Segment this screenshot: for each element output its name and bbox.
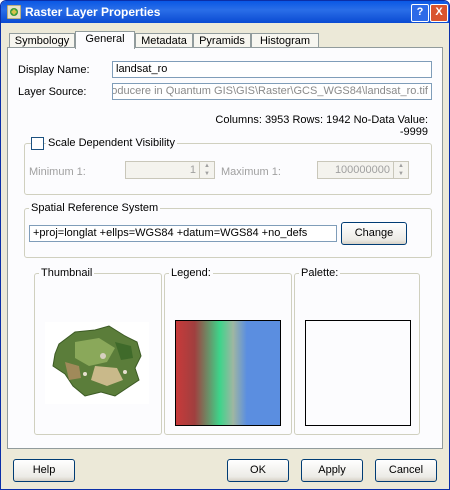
srs-field[interactable]: +proj=longlat +ellps=WGS84 +datum=WGS84 …	[29, 225, 337, 242]
layer-source-field: priale\Introducere in Quantum GIS\GIS\Ra…	[112, 83, 432, 100]
app-icon	[7, 5, 21, 19]
scale-visibility-group: Scale Dependent Visibility Minimum 1: 1 …	[24, 137, 432, 195]
scale-visibility-label: Scale Dependent Visibility	[46, 137, 177, 149]
palette-view	[305, 320, 411, 426]
scale-visibility-checkbox[interactable]	[31, 137, 44, 150]
maximum-scale-label: Maximum 1:	[221, 166, 281, 178]
thumbnail-image	[45, 322, 149, 404]
raster-layer-properties-window: Raster Layer Properties ? X Symbology Ge…	[0, 0, 450, 490]
general-tab-panel: Display Name: landsat_ro Layer Source: p…	[7, 47, 443, 449]
minimum-scale-label: Minimum 1:	[29, 166, 86, 178]
layer-source-value: priale\Introducere in Quantum GIS\GIS\Ra…	[112, 85, 428, 97]
apply-button[interactable]: Apply	[301, 459, 363, 482]
help-button[interactable]: Help	[13, 459, 75, 482]
maximum-scale-spinbox[interactable]: 100000000 ▲ ▼	[317, 161, 409, 179]
tab-symbology[interactable]: Symbology	[9, 33, 75, 48]
spin-up-icon[interactable]: ▲	[393, 162, 408, 170]
palette-group: Palette:	[294, 267, 420, 435]
title-bar[interactable]: Raster Layer Properties ? X	[1, 1, 449, 23]
spin-down-icon[interactable]: ▼	[393, 170, 408, 178]
palette-label: Palette:	[299, 267, 341, 279]
srs-group: Spatial Reference System +proj=longlat +…	[24, 202, 432, 258]
thumbnail-group: Thumbnail	[34, 267, 162, 435]
maximum-scale-value: 100000000	[334, 164, 390, 176]
minimum-scale-spinbox[interactable]: 1 ▲ ▼	[125, 161, 215, 179]
help-title-button[interactable]: ?	[411, 4, 429, 22]
tab-metadata[interactable]: Metadata	[135, 33, 193, 48]
tab-general[interactable]: General	[75, 31, 135, 49]
window-title: Raster Layer Properties	[25, 5, 161, 19]
spin-down-icon[interactable]: ▼	[199, 170, 214, 178]
change-srs-button[interactable]: Change	[341, 222, 407, 245]
spin-up-icon[interactable]: ▲	[199, 162, 214, 170]
legend-group: Legend:	[164, 267, 292, 435]
legend-gradient	[175, 320, 281, 426]
srs-group-title: Spatial Reference System	[29, 202, 161, 214]
legend-label: Legend:	[169, 267, 213, 279]
layer-source-label: Layer Source:	[18, 86, 87, 98]
close-button[interactable]: X	[430, 4, 448, 22]
tab-pyramids[interactable]: Pyramids	[193, 33, 251, 48]
thumbnail-label: Thumbnail	[39, 267, 95, 279]
tab-histogram[interactable]: Histogram	[251, 33, 319, 48]
display-name-input[interactable]: landsat_ro	[112, 61, 432, 78]
display-name-label: Display Name:	[18, 64, 90, 76]
raster-stats-text: Columns: 3953 Rows: 1942 No-Data Value: …	[215, 114, 428, 138]
cancel-button[interactable]: Cancel	[375, 459, 437, 482]
minimum-scale-value: 1	[189, 164, 196, 176]
ok-button[interactable]: OK	[227, 459, 289, 482]
